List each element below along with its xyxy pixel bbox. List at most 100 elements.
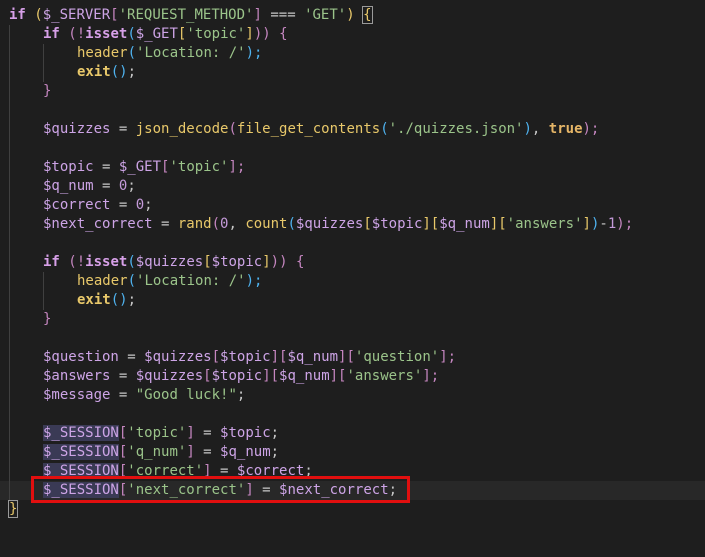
bracket: ];: [228, 159, 246, 175]
string: './quizzes.json': [388, 121, 524, 137]
code-line-14[interactable]: if (!isset($quizzes[$topic])) {: [0, 253, 705, 272]
semicolon: ;: [127, 292, 137, 308]
variable: $next_correct: [43, 216, 153, 232]
operator: ===: [261, 7, 305, 23]
string: 'Location: /': [136, 273, 246, 289]
string: 'correct': [127, 463, 204, 479]
code-line-16[interactable]: exit();: [0, 291, 705, 310]
code-line-23[interactable]: $_SESSION['topic'] = $topic;: [0, 424, 705, 443]
paren: );: [245, 273, 263, 289]
operator: =: [110, 387, 136, 403]
operator: !: [76, 254, 86, 270]
code-line-25[interactable]: $_SESSION['correct'] = $correct;: [0, 462, 705, 481]
code-line-1[interactable]: if ($_SERVER['REQUEST_METHOD'] === 'GET'…: [0, 6, 705, 25]
code-line-26[interactable]: $_SESSION['next_correct'] = $next_correc…: [0, 481, 705, 500]
function-name: file_get_contents: [236, 121, 381, 137]
variable: $quizzes: [144, 349, 212, 365]
code-line-7[interactable]: $quizzes = json_decode(file_get_contents…: [0, 120, 705, 139]
string: 'topic': [127, 425, 187, 441]
variable: $topic: [43, 159, 94, 175]
function-name: exit: [77, 292, 111, 308]
variable: $quizzes: [135, 368, 204, 384]
code-line-8[interactable]: [0, 139, 705, 158]
string: 'topic': [169, 159, 229, 175]
code-line-3[interactable]: header('Location: /');: [0, 44, 705, 63]
function-name: header: [77, 273, 128, 289]
variable: $q_num: [279, 368, 330, 384]
keyword-if: if: [9, 7, 26, 23]
operator: =: [211, 463, 237, 479]
code-line-19[interactable]: $question = $quizzes[$topic][$q_num]['qu…: [0, 348, 705, 367]
bracket: ]: [262, 254, 271, 270]
semicolon: ;: [270, 444, 280, 460]
code-line-2[interactable]: if (!isset($_GET['topic'])) {: [0, 25, 705, 44]
paren: (: [127, 26, 136, 42]
code-line-18[interactable]: [0, 329, 705, 348]
function-name: exit: [77, 64, 111, 80]
code-line-10[interactable]: $q_num = 0;: [0, 177, 705, 196]
code-line-27[interactable]: }: [0, 500, 705, 519]
paren: (: [228, 121, 237, 137]
code-line-22[interactable]: [0, 405, 705, 424]
code-line-17[interactable]: }: [0, 310, 705, 329]
session-variable: $_SESSION: [43, 425, 119, 441]
brace: {: [279, 26, 288, 42]
bracket: ][: [338, 349, 355, 365]
brace-match: }: [7, 500, 19, 518]
variable: $topic: [371, 216, 423, 232]
semicolon: ;: [236, 387, 246, 403]
string: 'answers': [506, 216, 583, 232]
indent-guide: [9, 424, 10, 443]
semicolon: ;: [127, 64, 137, 80]
code-editor[interactable]: if ($_SERVER['REQUEST_METHOD'] === 'GET'…: [0, 0, 705, 518]
code-line-5[interactable]: }: [0, 82, 705, 101]
variable: $next_correct: [279, 482, 389, 498]
indent-guide: [9, 196, 10, 215]
indent-guide: [9, 253, 10, 272]
variable: $quizzes: [43, 121, 111, 137]
function-name: isset: [85, 26, 128, 42]
brace: }: [43, 83, 52, 99]
indent-guide: [9, 310, 10, 329]
variable: $topic: [211, 368, 263, 384]
paren: (): [110, 292, 128, 308]
indent-guide: [9, 25, 10, 44]
session-variable: $_SESSION: [43, 444, 119, 460]
bracket: ][: [262, 368, 280, 384]
bracket: ]: [186, 444, 195, 460]
code-line-13[interactable]: [0, 234, 705, 253]
indent-guide: [9, 215, 10, 234]
code-line-21[interactable]: $message = "Good luck!";: [0, 386, 705, 405]
bracket: ]: [253, 7, 262, 23]
code-line-15[interactable]: header('Location: /');: [0, 272, 705, 291]
bracket: [: [203, 368, 212, 384]
operator: =: [194, 444, 221, 460]
indent-guide: [9, 443, 10, 462]
code-line-4[interactable]: exit();: [0, 63, 705, 82]
variable: $_GET: [118, 159, 162, 175]
string: 'answers': [346, 368, 423, 384]
code-line-9[interactable]: $topic = $_GET['topic'];: [0, 158, 705, 177]
code-line-12[interactable]: $next_correct = rand(0, count($quizzes[$…: [0, 215, 705, 234]
code-line-11[interactable]: $correct = 0;: [0, 196, 705, 215]
bracket: [: [363, 216, 372, 232]
code-line-20[interactable]: $answers = $quizzes[$topic][$q_num]['ans…: [0, 367, 705, 386]
paren: (: [127, 273, 137, 289]
code-line-24[interactable]: $_SESSION['q_num'] = $q_num;: [0, 443, 705, 462]
variable: $_SERVER: [42, 7, 111, 23]
indent-guide: [9, 348, 10, 367]
number: 0: [135, 197, 145, 213]
indent-guide: [9, 481, 10, 500]
bracket: ];: [439, 349, 457, 365]
variable: $_GET: [135, 26, 178, 42]
paren: (: [68, 254, 77, 270]
indent-guide: [9, 63, 10, 82]
string: 'q_num': [127, 444, 187, 460]
operator: !: [76, 26, 86, 42]
function-name: isset: [85, 254, 128, 270]
variable: $q_num: [287, 349, 339, 365]
operator: =: [93, 178, 119, 194]
variable: $question: [43, 349, 119, 365]
code-line-6[interactable]: [0, 101, 705, 120]
keyword-if: if: [43, 254, 60, 270]
